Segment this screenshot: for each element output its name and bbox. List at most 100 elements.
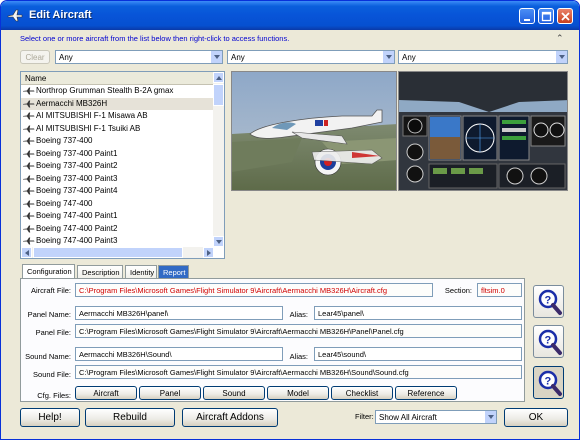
list-item[interactable]: Boeing 737-400 Paint3 bbox=[21, 173, 214, 186]
panel-alias-label: Alias: bbox=[289, 310, 308, 319]
aircraft-addons-button[interactable]: Aircraft Addons bbox=[182, 408, 278, 427]
collapse-chevron-icon[interactable]: ⌃ bbox=[556, 33, 564, 44]
aircraft-icon bbox=[23, 237, 35, 245]
svg-text:?: ? bbox=[545, 295, 552, 307]
aircraft-file-label: Aircraft File: bbox=[30, 286, 71, 295]
sound-name-field[interactable]: Aermacchi MB326H\Sound\ bbox=[75, 347, 283, 361]
list-item[interactable]: Aermacchi MB326H bbox=[21, 97, 214, 110]
list-item-label: Northrop Grumman Stealth B-2A gmax bbox=[36, 86, 174, 95]
rebuild-button[interactable]: Rebuild bbox=[85, 408, 175, 427]
list-vertical-scrollbar[interactable] bbox=[213, 72, 224, 247]
cfg-reference-button[interactable]: Reference bbox=[395, 386, 457, 400]
list-header-name[interactable]: Name bbox=[21, 72, 214, 85]
list-item[interactable]: Boeing 747-400 Paint1 bbox=[21, 210, 214, 223]
aircraft-app-icon bbox=[7, 9, 23, 22]
scroll-down-button[interactable] bbox=[213, 236, 224, 247]
list-item-label: Boeing 747-400 Paint2 bbox=[36, 223, 118, 233]
list-item-label: Boeing 747-400 Paint1 bbox=[36, 211, 118, 220]
magnifier-question-icon: ? bbox=[538, 289, 562, 315]
aircraft-icon bbox=[23, 212, 35, 220]
aircraft-icon bbox=[23, 175, 35, 183]
section-label: Section: bbox=[444, 286, 472, 295]
aircraft-icon bbox=[23, 187, 35, 195]
tab-identity[interactable]: Identity bbox=[125, 265, 157, 279]
sound-alias-label: Alias: bbox=[289, 352, 308, 361]
close-button[interactable] bbox=[557, 8, 573, 24]
cfg-panel-button[interactable]: Panel bbox=[139, 386, 201, 400]
filter-combo-2[interactable]: Any bbox=[227, 50, 395, 64]
list-item-label: AI MITSUBISHI F-1 Tsuiki AB bbox=[36, 123, 141, 133]
sound-name-label: Sound Name: bbox=[25, 352, 71, 361]
tab-report[interactable]: Report bbox=[158, 265, 189, 279]
list-item-label: Boeing 737-400 bbox=[36, 136, 93, 145]
sound-file-field[interactable]: C:\Program Files\Microsoft Games\Flight … bbox=[75, 365, 522, 379]
list-item[interactable]: Boeing 747-400 Paint3 bbox=[21, 235, 214, 247]
aircraft-filter-combo[interactable]: Show All Aircraft bbox=[375, 410, 497, 424]
list-item[interactable]: Boeing 737-400 Paint2 bbox=[21, 160, 214, 173]
aircraft-file-field[interactable]: C:\Program Files\Microsoft Games\Flight … bbox=[75, 283, 433, 297]
aircraft-icon bbox=[23, 100, 35, 108]
magnifier-question-icon: ? bbox=[538, 329, 562, 355]
chevron-down-icon[interactable] bbox=[382, 51, 394, 63]
inspect-aircraft-button[interactable]: ? bbox=[533, 285, 564, 318]
ok-button[interactable]: OK bbox=[504, 408, 568, 427]
cfg-sound-button[interactable]: Sound bbox=[203, 386, 265, 400]
svg-text:?: ? bbox=[545, 335, 552, 347]
panel-alias-field[interactable]: Lear45\panel\ bbox=[314, 306, 522, 320]
clear-button[interactable]: Clear bbox=[20, 50, 50, 64]
chevron-down-icon[interactable] bbox=[484, 411, 496, 423]
cfg-files-label: Cfg. Files: bbox=[37, 391, 71, 400]
scroll-right-button[interactable] bbox=[203, 247, 214, 258]
horizontal-scroll-thumb[interactable] bbox=[33, 247, 183, 258]
cfg-model-button[interactable]: Model bbox=[267, 386, 329, 400]
list-item[interactable]: Boeing 737-400 Paint4 bbox=[21, 185, 214, 198]
list-item[interactable]: AI MITSUBISHI F-1 Tsuiki AB bbox=[21, 123, 214, 136]
aircraft-icon bbox=[23, 137, 35, 145]
list-item[interactable]: Northrop Grumman Stealth B-2A gmax bbox=[21, 85, 214, 98]
scroll-up-button[interactable] bbox=[213, 72, 224, 83]
cfg-aircraft-button[interactable]: Aircraft bbox=[75, 386, 137, 400]
filter-combo-3[interactable]: Any bbox=[398, 50, 568, 64]
aircraft-icon bbox=[23, 200, 35, 208]
maximize-button[interactable] bbox=[538, 8, 554, 24]
chevron-down-icon[interactable] bbox=[210, 51, 222, 63]
cockpit-panel-preview bbox=[398, 71, 568, 191]
list-item[interactable]: AI MITSUBISHI F-1 Misawa AB bbox=[21, 110, 214, 123]
list-item-label: Boeing 737-400 Paint1 bbox=[36, 148, 118, 158]
list-item[interactable]: Boeing 737-400 bbox=[21, 135, 214, 148]
list-item-label: Boeing 747-400 bbox=[36, 198, 93, 208]
tab-configuration[interactable]: Configuration bbox=[22, 264, 75, 279]
minimize-button[interactable] bbox=[519, 8, 535, 24]
list-item-label: Boeing 737-400 Paint3 bbox=[36, 173, 118, 183]
title-bar[interactable]: Edit Aircraft bbox=[1, 1, 579, 30]
scroll-thumb[interactable] bbox=[213, 84, 224, 106]
panel-file-field[interactable]: C:\Program Files\Microsoft Games\Flight … bbox=[75, 324, 522, 338]
aircraft-icon bbox=[23, 162, 35, 170]
panel-name-label: Panel Name: bbox=[27, 310, 71, 319]
panel-file-label: Panel File: bbox=[35, 328, 71, 337]
scroll-left-button[interactable] bbox=[21, 247, 32, 258]
aircraft-icon bbox=[23, 125, 35, 133]
list-item-label: AI MITSUBISHI F-1 Misawa AB bbox=[36, 111, 148, 120]
aircraft-list[interactable]: Name Northrop Grumman Stealth B-2A gmax A… bbox=[20, 71, 225, 259]
filter-combo-3-value: Any bbox=[402, 53, 416, 62]
tab-description[interactable]: Description bbox=[77, 265, 123, 279]
filter-combo-1[interactable]: Any bbox=[55, 50, 223, 64]
section-field[interactable]: fltsim.0 bbox=[477, 283, 522, 297]
inspect-panel-button[interactable]: ? bbox=[533, 325, 564, 358]
inspect-sound-button[interactable]: ? bbox=[533, 366, 564, 399]
help-button[interactable]: Help! bbox=[20, 408, 80, 427]
list-item[interactable]: Boeing 737-400 Paint1 bbox=[21, 148, 214, 161]
sound-alias-field[interactable]: Lear45\sound\ bbox=[314, 347, 522, 361]
list-horizontal-scrollbar[interactable] bbox=[21, 247, 214, 258]
chevron-down-icon[interactable] bbox=[555, 51, 567, 63]
panel-name-field[interactable]: Aermacchi MB326H\panel\ bbox=[75, 306, 283, 320]
filter-combo-2-value: Any bbox=[231, 53, 245, 62]
aircraft-icon bbox=[23, 225, 35, 233]
sound-file-label: Sound File: bbox=[33, 370, 71, 379]
list-item[interactable]: Boeing 747-400 bbox=[21, 198, 214, 211]
cfg-checklist-button[interactable]: Checklist bbox=[331, 386, 393, 400]
list-item[interactable]: Boeing 747-400 Paint2 bbox=[21, 223, 214, 236]
aircraft-icon bbox=[23, 87, 35, 95]
list-item-label: Boeing 737-400 Paint4 bbox=[36, 186, 118, 195]
